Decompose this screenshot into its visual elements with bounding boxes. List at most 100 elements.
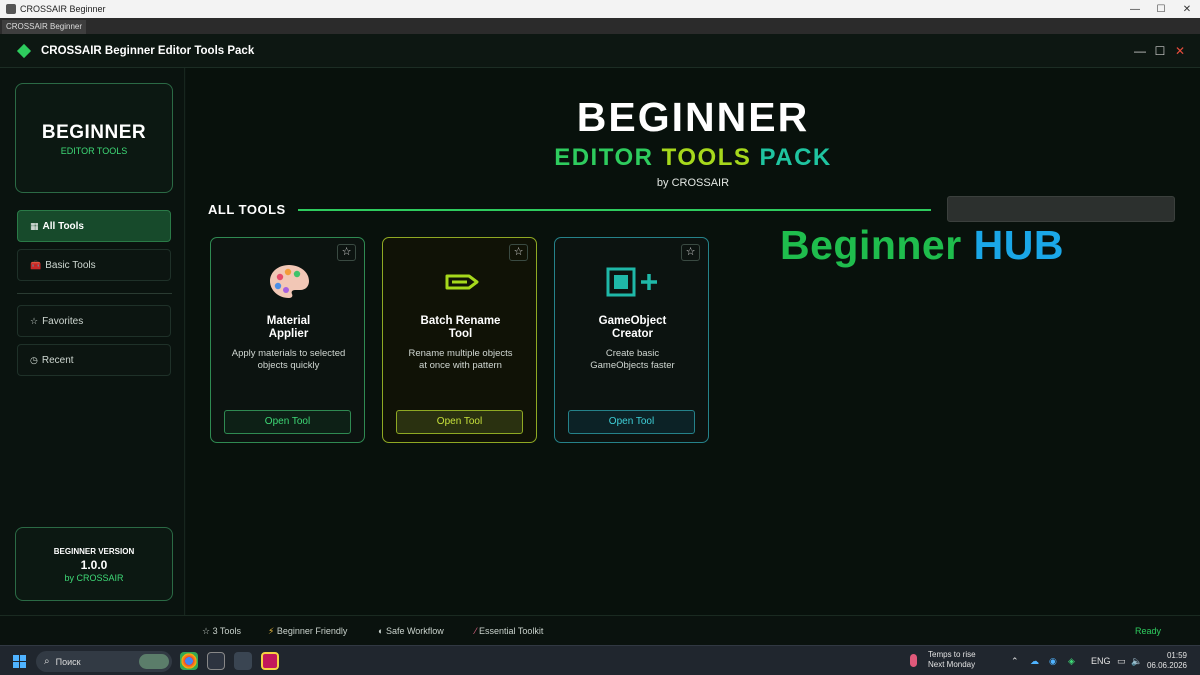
taskbar-search-label: Поиск bbox=[55, 656, 81, 667]
sidebar-logo: BEGINNER EDITOR TOOLS bbox=[15, 83, 173, 193]
security-icon[interactable]: ◈ bbox=[1068, 656, 1075, 667]
status-bar: ☆ 3 Tools ⚡ Beginner Friendly ◐ Safe Wor… bbox=[0, 615, 1200, 645]
status-tools-count: ☆ 3 Tools bbox=[202, 626, 241, 637]
weather-title: Temps to rise bbox=[928, 650, 976, 659]
version-author: by CROSSAIR bbox=[64, 573, 124, 583]
display-icon[interactable]: ▭ bbox=[1117, 656, 1126, 667]
tab-crossair-beginner[interactable]: CROSSAIR Beginner bbox=[2, 20, 87, 34]
logo-subtitle: EDITOR TOOLS bbox=[60, 146, 128, 156]
sidebar-item-all-tools[interactable]: ▦ All Tools bbox=[17, 210, 171, 242]
status-beginner-friendly: ⚡ Beginner Friendly bbox=[268, 626, 347, 637]
app-close-button[interactable]: ✕ bbox=[1174, 44, 1186, 58]
chevron-up-icon[interactable]: ⌃ bbox=[1011, 656, 1019, 667]
minimize-button[interactable]: — bbox=[1122, 4, 1148, 15]
shield-icon: ◐ bbox=[378, 626, 384, 636]
open-tool-button[interactable]: Open Tool bbox=[568, 410, 695, 434]
taskbar-clock[interactable]: 01:59 06.06.2026 bbox=[1147, 651, 1187, 671]
hero-word-tools: TOOLS bbox=[661, 144, 752, 171]
tab-bar: CROSSAIR Beginner bbox=[0, 18, 1200, 34]
sync-icon[interactable]: ◉ bbox=[1049, 656, 1057, 667]
favorite-star-button[interactable]: ☆ bbox=[681, 244, 700, 261]
sidebar-item-favorites[interactable]: ☆ Favorites bbox=[17, 305, 171, 337]
beginner-hub-overlay: Beginner HUB bbox=[780, 222, 1064, 269]
star-icon: ☆ bbox=[202, 626, 211, 636]
os-window-controls: — ☐ ✕ bbox=[1122, 4, 1200, 15]
hub-word-hub: HUB bbox=[973, 222, 1064, 268]
maximize-button[interactable]: ☐ bbox=[1148, 4, 1174, 15]
tool-name: Material Applier bbox=[266, 315, 311, 340]
chrome-icon[interactable] bbox=[180, 652, 198, 670]
main-content: BEGINNER EDITOR TOOLS PACK by CROSSAIR A… bbox=[186, 68, 1200, 615]
close-button[interactable]: ✕ bbox=[1174, 4, 1200, 15]
taskbar: ⌕ Поиск Temps to rise Next Monday ⌃ ☁ ◉ … bbox=[0, 645, 1200, 675]
app-maximize-button[interactable]: ☐ bbox=[1154, 44, 1166, 58]
lightning-icon: ⚡ bbox=[268, 626, 275, 636]
language-indicator[interactable]: ENG bbox=[1091, 656, 1111, 666]
sidebar-item-label: Basic Tools bbox=[45, 259, 96, 271]
thermometer-icon bbox=[910, 654, 917, 667]
logo-title: BEGINNER bbox=[41, 122, 147, 143]
star-icon: ☆ bbox=[30, 315, 39, 326]
hero-word-pack: PACK bbox=[759, 144, 832, 171]
hub-word-beginner: Beginner bbox=[780, 222, 962, 268]
unity-icon[interactable] bbox=[207, 652, 225, 670]
tool-description: Rename multiple objects at once with pat… bbox=[408, 348, 513, 371]
search-icon: ⌕ bbox=[44, 656, 50, 667]
taskbar-search[interactable]: ⌕ Поиск bbox=[36, 651, 172, 672]
diamond-logo-icon bbox=[16, 43, 32, 58]
status-label: 3 Tools bbox=[212, 626, 241, 636]
toolbox-icon: 🧰 bbox=[30, 259, 42, 270]
tool-name: GameObject Creator bbox=[598, 315, 667, 340]
app-icon bbox=[6, 4, 16, 14]
status-label: Safe Workflow bbox=[385, 626, 444, 636]
clock-time: 01:59 bbox=[1166, 651, 1187, 660]
tool-name: Batch Rename Tool bbox=[420, 315, 501, 340]
status-safe-workflow: ◐ Safe Workflow bbox=[378, 626, 444, 636]
add-object-icon bbox=[555, 262, 710, 302]
tool-description: Create basic GameObjects faster bbox=[590, 348, 675, 371]
volume-icon[interactable]: 🔈 bbox=[1131, 656, 1142, 667]
windows-start-icon[interactable] bbox=[13, 655, 26, 668]
version-card: BEGINNER VERSION 1.0.0 by CROSSAIR bbox=[15, 527, 173, 601]
weather-subtitle: Next Monday bbox=[928, 660, 976, 669]
app-header: CROSSAIR Beginner Editor Tools Pack — ☐ … bbox=[0, 34, 1200, 68]
os-titlebar: CROSSAIR Beginner — ☐ ✕ bbox=[0, 0, 1200, 18]
weather-widget[interactable]: Temps to rise Next Monday bbox=[910, 650, 976, 670]
search-input[interactable] bbox=[947, 196, 1175, 222]
tool-card-material-applier: ☆ Material Applier Apply materials to se… bbox=[210, 237, 365, 443]
sidebar-item-recent[interactable]: ◷ Recent bbox=[17, 344, 171, 376]
status-essential-toolkit: ⁄ Essential Toolkit bbox=[475, 626, 543, 636]
sidebar: BEGINNER EDITOR TOOLS ▦ All Tools 🧰 Basi… bbox=[0, 68, 185, 615]
clock-date: 06.06.2026 bbox=[1146, 661, 1187, 670]
app-minimize-button[interactable]: — bbox=[1134, 44, 1146, 58]
sidebar-item-label: Recent bbox=[41, 354, 74, 366]
version-label: BEGINNER VERSION bbox=[53, 547, 135, 556]
open-tool-button[interactable]: Open Tool bbox=[224, 410, 351, 434]
pencil-icon bbox=[383, 262, 538, 302]
status-label: Beginner Friendly bbox=[276, 626, 348, 636]
hero-word-editor: EDITOR bbox=[554, 144, 654, 171]
sidebar-divider bbox=[17, 293, 172, 294]
tool-card-gameobject-creator: ☆ GameObject Creator Create basic GameOb… bbox=[554, 237, 709, 443]
version-number: 1.0.0 bbox=[80, 558, 108, 572]
app-window-controls: — ☐ ✕ bbox=[1134, 44, 1186, 58]
tool-card-batch-rename: ☆ Batch Rename Tool Rename multiple obje… bbox=[382, 237, 537, 443]
open-tool-button[interactable]: Open Tool bbox=[396, 410, 523, 434]
rider-icon[interactable] bbox=[261, 652, 279, 670]
crossair-app-icon[interactable] bbox=[234, 652, 252, 670]
status-label: Essential Toolkit bbox=[479, 626, 544, 636]
sidebar-item-basic-tools[interactable]: 🧰 Basic Tools bbox=[17, 249, 171, 281]
os-window-title: CROSSAIR Beginner bbox=[20, 4, 106, 14]
section-divider bbox=[298, 209, 931, 211]
favorite-star-button[interactable]: ☆ bbox=[337, 244, 356, 261]
app-title: CROSSAIR Beginner Editor Tools Pack bbox=[41, 44, 255, 57]
status-ready: Ready bbox=[1134, 626, 1161, 636]
favorite-star-button[interactable]: ☆ bbox=[509, 244, 528, 261]
hero-title: BEGINNER bbox=[576, 94, 810, 140]
tool-description: Apply materials to selected objects quic… bbox=[231, 348, 346, 371]
cloud-icon[interactable]: ☁ bbox=[1030, 656, 1039, 667]
hero-subtitle: EDITOR TOOLS PACK bbox=[186, 144, 1200, 172]
grid-icon: ▦ bbox=[30, 220, 39, 231]
hero-byline: by CROSSAIR bbox=[656, 177, 730, 189]
brush-icon: ⁄ bbox=[475, 626, 477, 636]
